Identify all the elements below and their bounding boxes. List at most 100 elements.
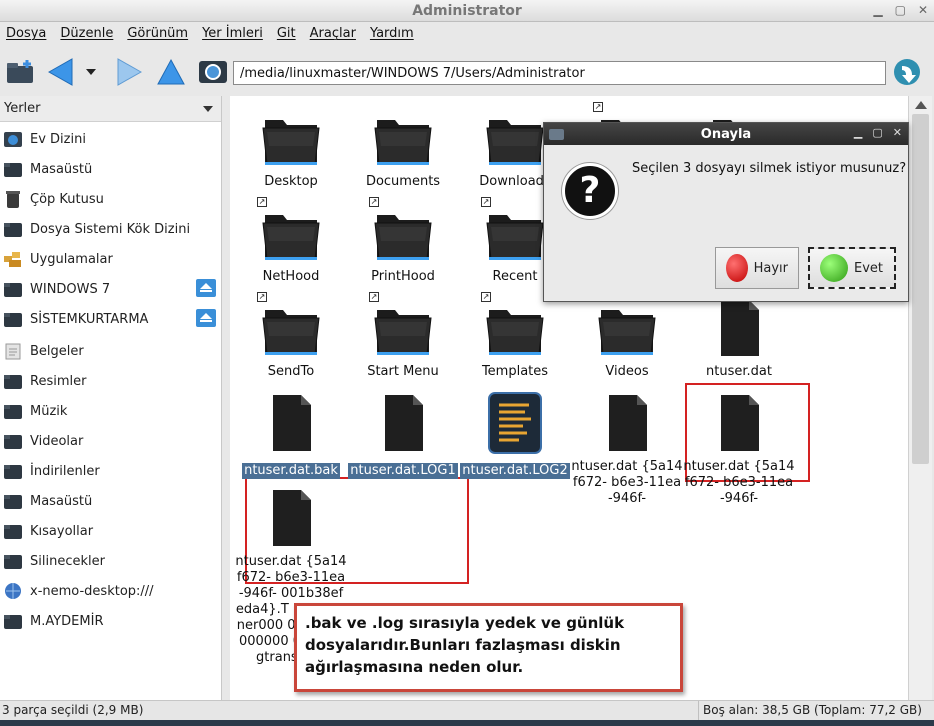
folder-item[interactable]: ↗ Templates [459,292,571,380]
annotation-note: .bak ve .log sırasıyla yedek ve günlük d… [294,603,683,692]
dialog-maximize-icon[interactable]: ▢ [872,126,882,139]
text-file-icon [483,391,547,455]
file-label: SendTo [267,364,315,379]
no-button-label: Hayır [753,260,788,276]
file-icon [707,296,771,360]
up-button[interactable] [154,56,188,88]
trash-icon [2,189,24,209]
menu-duzenle[interactable]: Düzenle [60,26,113,48]
menu-yardim[interactable]: Yardım [370,26,414,48]
file-label: ntuser.dat.LOG2 [460,463,570,479]
up-arrow-icon [157,58,185,85]
menu-yer-imleri[interactable]: Yer İmleri [202,26,263,48]
eject-icon[interactable] [196,309,216,327]
statusbar: 3 parça seçildi (2,9 MB) Boş alan: 38,5 … [0,700,934,721]
file-icon [595,391,659,455]
folder-item[interactable]: ↗ Start Menu [347,292,459,380]
selection-status: 3 parça seçildi (2,9 MB) [2,703,144,717]
sidebar-item-label: Kısayollar [30,523,94,539]
close-icon[interactable]: ✕ [918,3,928,17]
file-label: Videos [605,364,649,379]
sidebar-item-label: Uygulamalar [30,251,113,267]
folder-item[interactable]: Documents [347,106,459,190]
back-button[interactable] [44,56,78,88]
file-item[interactable]: ntuser.dat.LOG1 [347,391,459,479]
network-icon [2,581,24,601]
new-folder-button[interactable] [4,56,38,88]
sidebar-item[interactable]: Ev Dizini [0,126,222,152]
computer-button[interactable] [196,56,230,88]
eject-icon[interactable] [196,279,216,297]
dialog-close-icon[interactable]: ✕ [893,126,902,139]
folder-item[interactable]: Desktop [235,106,347,190]
history-dropdown-button[interactable] [80,56,102,88]
folder-icon [259,106,323,170]
sidebar-header[interactable]: Yerler [0,96,221,122]
drive-icon [2,279,24,299]
shortcut-arrow-icon: ↗ [481,292,491,302]
folder-item[interactable]: Videos [571,296,683,380]
menubar: Dosya Düzenle Görünüm Yer İmleri Git Ara… [0,26,934,48]
menu-araclar[interactable]: Araçlar [310,26,356,48]
sidebar-item[interactable]: Masaüstü [0,488,222,514]
menu-git[interactable]: Git [277,26,296,48]
sidebar-item[interactable]: İndirilenler [0,458,222,484]
question-icon: ? [562,163,618,219]
file-item[interactable]: ntuser.dat.bak [235,391,347,479]
yes-button[interactable]: Evet [808,247,896,289]
folder-item[interactable]: ↗ NetHood [235,197,347,285]
folder-icon: ↗ [257,197,323,265]
window-controls: ▁ ▢ ✕ [873,3,928,17]
sidebar-item[interactable]: Kısayollar [0,518,222,544]
shortcut-arrow-icon: ↗ [369,292,379,302]
window-title: Administrator [412,3,522,19]
no-button[interactable]: Hayır [715,247,799,289]
sidebar-item[interactable]: Belgeler [0,338,222,364]
file-label: Downloads [479,174,551,189]
maximize-icon[interactable]: ▢ [895,3,906,17]
sidebar-item[interactable]: WINDOWS 7 [0,276,222,302]
sidebar-item[interactable]: M.AYDEMİR [0,608,222,634]
scrollbar-thumb[interactable] [912,114,929,464]
file-icon [259,486,323,550]
sidebar-title: Yerler [4,101,41,116]
sidebar-item[interactable]: Videolar [0,428,222,454]
sidebar-item[interactable]: Müzik [0,398,222,424]
menu-gorunum[interactable]: Görünüm [127,26,188,48]
confirm-dialog: Onayla ▁ ▢ ✕ ? Seçilen 3 dosyayı silmek … [543,122,909,302]
file-item[interactable]: ntuser.dat.LOG2 [459,391,571,479]
folder-icon [483,106,547,170]
dialog-minimize-icon[interactable]: ▁ [854,126,862,139]
desktop-panel [0,720,934,726]
vertical-scrollbar[interactable] [908,96,932,700]
go-button[interactable] [890,56,924,88]
file-item[interactable]: ntuser.dat {5a14f672- b6e3-11ea-946f- [571,391,683,507]
forward-button[interactable] [112,56,146,88]
sidebar-item[interactable]: SİSTEMKURTARMA [0,306,222,332]
folder-icon: ↗ [369,197,435,265]
file-item[interactable]: ntuser.dat {5a14f672- b6e3-11ea-946f- [683,391,795,507]
file-item[interactable]: ntuser.dat [683,296,795,380]
file-label: ntuser.dat.LOG1 [348,463,458,479]
folder-icon: ↗ [481,292,547,360]
shortcut-arrow-icon: ↗ [369,197,379,207]
folder-item[interactable]: ↗ SendTo [235,292,347,380]
red-circle-icon [726,254,748,282]
folder-icon [371,106,435,170]
yes-button-label: Evet [854,260,884,276]
sidebar-item[interactable]: x-nemo-desktop:/// [0,578,222,604]
folder-icon [2,611,24,631]
sidebar-item[interactable]: Resimler [0,368,222,394]
music-icon [2,401,24,421]
sidebar-item[interactable]: Uygulamalar [0,246,222,272]
menu-dosya[interactable]: Dosya [6,26,46,48]
minimize-icon[interactable]: ▁ [873,3,882,17]
sidebar-item[interactable]: Çöp Kutusu [0,186,222,212]
pane-splitter[interactable] [222,96,230,700]
folder-item[interactable]: ↗ PrintHood [347,197,459,285]
sidebar-item[interactable]: Silinecekler [0,548,222,574]
location-input[interactable] [233,61,886,85]
sidebar-item[interactable]: Masaüstü [0,156,222,182]
documents-icon [2,341,24,361]
sidebar-item[interactable]: Dosya Sistemi Kök Dizini [0,216,222,242]
